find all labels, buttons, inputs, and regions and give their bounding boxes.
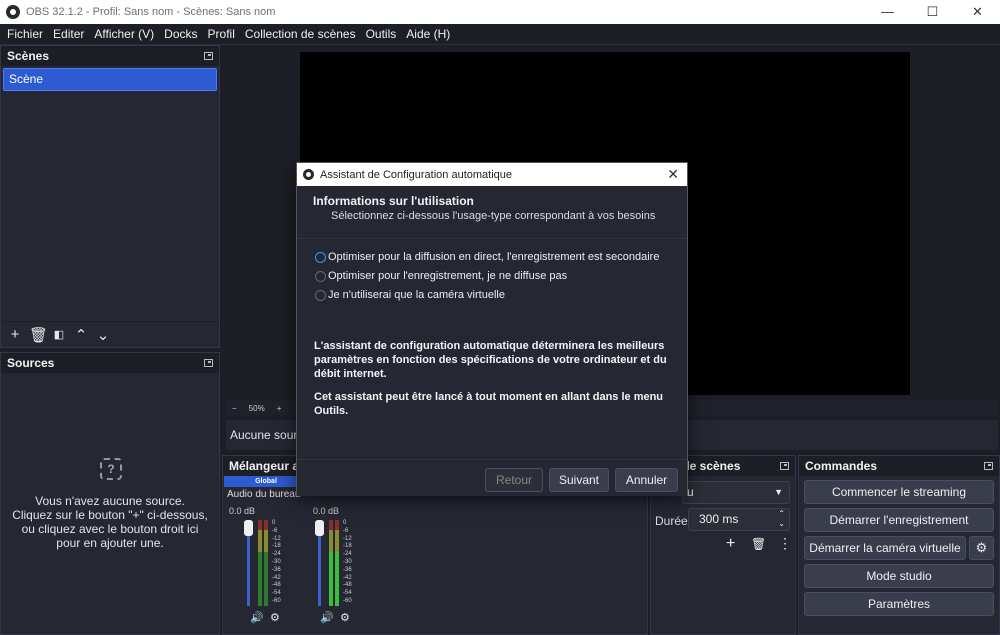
remove-scene-icon[interactable]: 🗑	[29, 326, 48, 344]
menu-collection-scenes[interactable]: Collection de scènes	[240, 27, 361, 41]
filters-icon[interactable]: ◧	[51, 328, 67, 341]
duration-label: Durée	[655, 514, 688, 528]
start-streaming-button[interactable]: Commencer le streaming	[804, 480, 994, 504]
settings-button[interactable]: Paramètres	[804, 592, 994, 616]
cancel-button[interactable]: Annuler	[615, 468, 678, 492]
sources-empty-message: Vous n'avez aucune source. Cliquez sur l…	[12, 494, 208, 550]
option-recording-radio[interactable]: Optimiser pour l'enregistrement, je ne d…	[315, 270, 567, 282]
scenes-dock: Scènes Scène + 🗑 ◧ ⌃ ⌄	[0, 45, 220, 348]
more-options-icon[interactable]: ⋮	[778, 535, 792, 552]
menu-aide[interactable]: Aide (H)	[401, 27, 455, 41]
zoom-out-button[interactable]: −	[232, 404, 237, 413]
menu-docks[interactable]: Docks	[159, 27, 202, 41]
move-up-icon[interactable]: ⌃	[73, 326, 89, 344]
scenes-title: Scènes	[7, 49, 50, 63]
auto-config-wizard-dialog: Assistant de Configuration automatique ✕…	[296, 162, 688, 496]
menu-profil[interactable]: Profil	[203, 27, 240, 41]
window-title: OBS 32.1.2 - Profil: Sans nom - Scènes: …	[26, 6, 276, 18]
obs-logo-icon	[6, 5, 20, 19]
remove-transition-icon[interactable]: 🗑	[751, 537, 766, 551]
speaker-icon[interactable]: 🔊	[320, 611, 334, 624]
volume-fader-handle[interactable]	[244, 520, 253, 536]
info-text-1: L'assistant de configuration automatique…	[314, 340, 667, 380]
menu-bar: Fichier Editer Afficher (V) Docks Profil…	[0, 24, 1000, 45]
move-down-icon[interactable]: ⌄	[95, 326, 111, 344]
window-titlebar: OBS 32.1.2 - Profil: Sans nom - Scènes: …	[0, 0, 1000, 24]
commands-title: Commandes	[805, 459, 878, 473]
start-recording-button[interactable]: Démarrer l'enregistrement	[804, 508, 994, 532]
mixer-channel-db: 0.0 dB	[229, 506, 256, 516]
studio-mode-button[interactable]: Mode studio	[804, 564, 994, 588]
volume-fader-handle[interactable]	[315, 520, 324, 536]
meter-scale: 0 -6 -12 -18 -24 -30 -36 -42 -48 -54 -60	[343, 520, 352, 604]
add-transition-icon[interactable]: +	[726, 535, 735, 553]
add-scene-icon[interactable]: +	[7, 326, 23, 343]
menu-afficher[interactable]: Afficher (V)	[89, 27, 159, 41]
radio-icon	[315, 270, 326, 282]
virtual-camera-settings-gear-icon[interactable]: ⚙	[969, 536, 994, 560]
radio-icon	[315, 289, 326, 301]
menu-fichier[interactable]: Fichier	[2, 27, 48, 41]
mixer-channel-label: Audio du bureau	[227, 489, 301, 500]
question-icon: ?	[100, 458, 122, 480]
next-button[interactable]: Suivant	[549, 468, 609, 492]
start-virtual-camera-button[interactable]: Démarrer la caméra virtuelle	[804, 536, 966, 560]
obs-logo-icon	[303, 169, 314, 180]
level-meter	[258, 520, 270, 606]
info-text-2: Cet assistant peut être lancé à tout mom…	[314, 391, 664, 417]
gear-icon[interactable]: ⚙	[270, 611, 280, 624]
minimize-button[interactable]: —	[865, 0, 910, 24]
close-icon[interactable]: ✕	[667, 166, 679, 183]
mixer-channel-db: 0.0 dB	[313, 506, 340, 516]
undock-icon[interactable]	[984, 462, 993, 470]
menu-outils[interactable]: Outils	[361, 27, 402, 41]
dialog-heading: Informations sur l'utilisation	[313, 194, 474, 208]
transition-select[interactable]: u ▼	[682, 481, 790, 504]
zoom-in-button[interactable]: +	[277, 404, 282, 413]
duration-spinbox[interactable]: 300 ms ⌃ ⌄	[688, 508, 790, 531]
speaker-icon[interactable]: 🔊	[250, 611, 264, 624]
menu-editer[interactable]: Editer	[48, 27, 89, 41]
scene-list-item[interactable]: Scène	[3, 68, 217, 91]
close-window-button[interactable]: ✕	[955, 0, 1000, 24]
zoom-level: 50%	[248, 403, 265, 413]
radio-icon	[315, 251, 326, 263]
option-virtual-camera-radio[interactable]: Je n'utiliserai que la caméra virtuelle	[315, 289, 505, 301]
undock-icon[interactable]	[204, 359, 213, 367]
spin-arrows-icon[interactable]: ⌃ ⌄	[778, 509, 785, 529]
level-meter	[329, 520, 341, 606]
dialog-subheading: Sélectionnez ci-dessous l'usage-type cor…	[331, 210, 656, 222]
meter-scale: 0 -6 -12 -18 -24 -30 -36 -42 -48 -54 -60	[272, 520, 281, 604]
dialog-title: Assistant de Configuration automatique	[320, 168, 513, 181]
undock-icon[interactable]	[780, 462, 789, 470]
mixer-title: Mélangeur au	[229, 459, 307, 473]
maximize-button[interactable]: ☐	[910, 0, 955, 24]
undock-icon[interactable]	[204, 52, 213, 60]
option-streaming-radio[interactable]: Optimiser pour la diffusion en direct, l…	[315, 251, 659, 263]
chevron-down-icon: ▼	[774, 487, 783, 497]
back-button[interactable]: Retour	[485, 468, 543, 492]
sources-title: Sources	[7, 356, 55, 370]
gear-icon[interactable]: ⚙	[340, 611, 350, 624]
